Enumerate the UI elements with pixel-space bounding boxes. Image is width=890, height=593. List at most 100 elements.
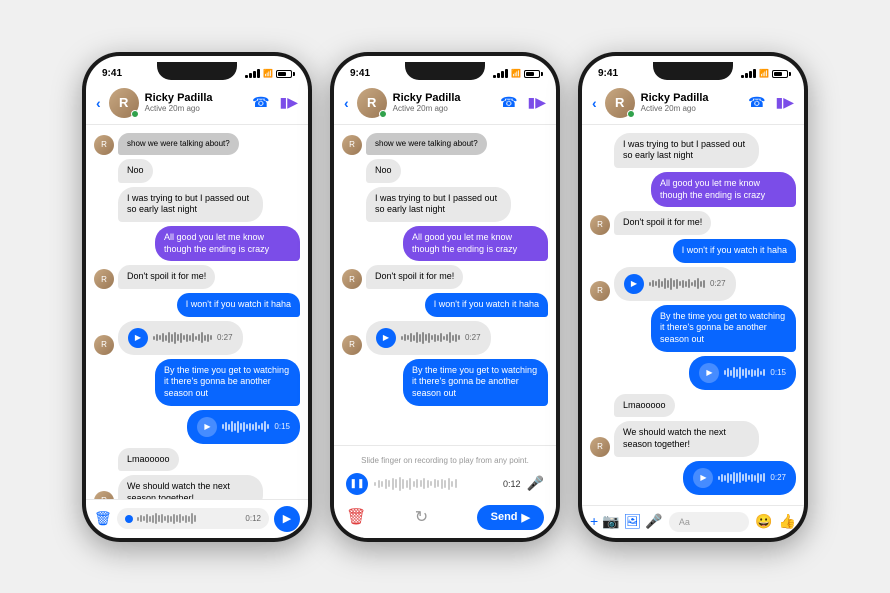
bubble: Lmaooooo [118, 448, 179, 472]
list-item: By the time you get to watching it there… [342, 359, 548, 406]
voice-msg[interactable]: ▶ 0:27 [614, 267, 736, 301]
duration: 0:15 [274, 422, 290, 431]
emoji-icon-3[interactable]: 😀 [755, 513, 772, 530]
status-icons-1: 📶 [245, 69, 292, 78]
list-item: I won't if you watch it haha [94, 293, 300, 317]
plus-icon-3[interactable]: + [590, 513, 598, 530]
bubble: By the time you get to watching it there… [403, 359, 548, 406]
battery-1 [276, 70, 292, 78]
bubble: I was trying to but I passed out so earl… [614, 133, 759, 168]
recording-waveform [374, 474, 497, 494]
send-button-2[interactable]: Send ▶ [477, 505, 544, 530]
duration: 0:27 [770, 473, 786, 482]
duration: 0:27 [217, 333, 233, 342]
play-button[interactable]: ▶ [197, 417, 217, 437]
msg-avatar: R [94, 335, 114, 355]
signal-1 [245, 69, 260, 78]
bottom-actions: 🗑 ↻ Send ▶ [346, 505, 544, 530]
voice-msg[interactable]: ▶ 0:27 [366, 321, 491, 355]
voice-msg[interactable]: ▶ 0:15 [187, 410, 300, 444]
back-button-3[interactable]: ‹ [592, 95, 597, 111]
video-icon-1[interactable]: ▮▶ [280, 94, 298, 111]
reset-button-2[interactable]: ↻ [415, 507, 428, 527]
messages-3: I was trying to but I passed out so earl… [582, 125, 804, 505]
play-button[interactable]: ▶ [624, 274, 644, 294]
back-button-1[interactable]: ‹ [96, 95, 101, 111]
bar2 [249, 73, 252, 78]
chat-header-3: ‹ R Ricky Padilla Active 20m ago ☎ ▮▶ [582, 84, 804, 125]
battery-2 [524, 70, 540, 78]
bar1 [245, 75, 248, 78]
msg-avatar: R [342, 135, 362, 155]
voice-msg[interactable]: ▶ 0:27 [683, 461, 796, 495]
time-1: 9:41 [102, 68, 122, 79]
list-item: Noo [94, 159, 300, 183]
video-icon-2[interactable]: ▮▶ [528, 94, 546, 111]
trash-button-2[interactable]: 🗑 [346, 507, 366, 527]
play-button[interactable]: ▶ [376, 328, 396, 348]
bubble: Noo [118, 159, 153, 183]
call-icon-3[interactable]: ☎ [748, 94, 765, 111]
msg-avatar: R [342, 269, 362, 289]
call-icon-1[interactable]: ☎ [252, 94, 269, 111]
mic-icon-3[interactable]: 🎤 [645, 513, 662, 530]
waveform [724, 365, 765, 381]
play-button[interactable]: ▶ [693, 468, 713, 488]
input-area-3: + 📷 🖼 🎤 Aa 😀 👍 [582, 505, 804, 538]
header-actions-1: ☎ ▮▶ [252, 94, 298, 111]
contact-status-2: Active 20m ago [393, 104, 494, 113]
camera-icon-3[interactable]: 📷 [602, 513, 619, 530]
trash-icon-1[interactable]: 🗑 [94, 510, 112, 527]
phone-2: 9:41 📶 ‹ R Ricky Padilla Active 20m ago [330, 52, 560, 542]
like-icon-3[interactable]: 👍 [779, 513, 796, 530]
input-area-1: 🗑 0:12 ▶ [86, 499, 308, 538]
voice-msg[interactable]: ▶ 0:27 [118, 321, 243, 355]
list-item: R We should watch the next season togeth… [94, 475, 300, 498]
mic-icon-2[interactable]: 🎤 [527, 475, 544, 492]
waveform [153, 330, 212, 346]
bubble: I was trying to but I passed out so earl… [366, 187, 511, 222]
list-item: ▶ 0:15 [94, 410, 300, 444]
bubble: I won't if you watch it haha [425, 293, 548, 317]
list-item: I was trying to but I passed out so earl… [94, 187, 300, 222]
avatar-2: R [357, 88, 387, 118]
avatar-1: R [109, 88, 139, 118]
back-button-2[interactable]: ‹ [344, 95, 349, 111]
duration: 0:27 [710, 279, 726, 288]
rec-dot [125, 515, 133, 523]
bubble: By the time you get to watching it there… [651, 305, 796, 352]
notch-2 [405, 62, 485, 80]
list-item: R ▶ 0:27 [94, 321, 300, 355]
bubble: Don't spoil it for me! [614, 211, 711, 235]
bubble: Lmaooooo [614, 394, 675, 418]
text-input-3[interactable]: Aa [669, 512, 749, 532]
list-item: I won't if you watch it haha [342, 293, 548, 317]
bubble: We should watch the next season together… [614, 421, 759, 456]
list-item: I was trying to but I passed out so earl… [342, 187, 548, 222]
image-icon-3[interactable]: 🖼 [624, 513, 642, 530]
send-button-1[interactable]: ▶ [274, 506, 300, 532]
pause-button[interactable]: ❚❚ [346, 473, 368, 495]
contact-name-3: Ricky Padilla [641, 92, 742, 104]
send-label: Send [491, 511, 518, 523]
action-icons-3: + 📷 🖼 🎤 [590, 513, 663, 530]
call-icon-2[interactable]: ☎ [500, 94, 517, 111]
list-item: All good you let me know though the endi… [342, 226, 548, 261]
list-item: By the time you get to watching it there… [94, 359, 300, 406]
list-item: ▶ 0:15 [590, 356, 796, 390]
play-button[interactable]: ▶ [699, 363, 719, 383]
list-item: Noo [342, 159, 548, 183]
chat-header-2: ‹ R Ricky Padilla Active 20m ago ☎ ▮▶ [334, 84, 556, 125]
header-actions-2: ☎ ▮▶ [500, 94, 546, 111]
messages-1: R show we were talking about? Noo I was … [86, 125, 308, 499]
bubble: Don't spoil it for me! [118, 265, 215, 289]
waveform [222, 419, 269, 435]
video-icon-3[interactable]: ▮▶ [776, 94, 794, 111]
slide-hint: Slide finger on recording to play from a… [346, 456, 544, 465]
voice-msg[interactable]: ▶ 0:15 [689, 356, 796, 390]
msg-received-top: R show we were talking about? [94, 133, 300, 155]
play-button[interactable]: ▶ [128, 328, 148, 348]
bubble: show we were talking about? [366, 133, 487, 155]
bubble: show we were talking about? [118, 133, 239, 155]
msg-avatar: R [94, 135, 114, 155]
